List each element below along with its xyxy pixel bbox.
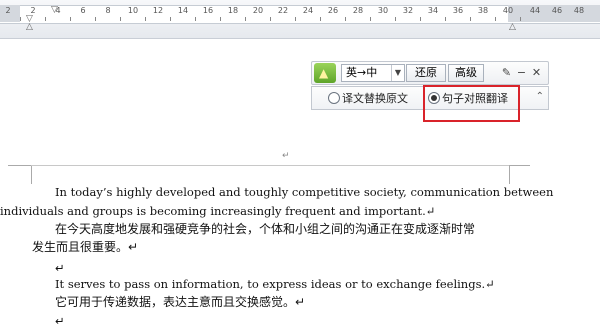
collapse-chevron-icon[interactable]: ⌃ [536, 91, 544, 102]
replace-radio[interactable] [328, 92, 340, 104]
ruler-tick [120, 17, 121, 21]
ruler-number: 48 [573, 6, 585, 15]
ruler-tick [520, 17, 521, 21]
horizontal-ruler[interactable]: 2 2 4 6 8 10 12 14 16 18 20 22 24 26 28 30 32 34 36 38 40 44 4… [0, 0, 600, 39]
indent-marker-top[interactable]: ▽ [51, 5, 58, 15]
ruler-tick [245, 17, 246, 21]
trailing-paragraph-mark: ↵ [55, 314, 65, 328]
direction-select[interactable]: 英→中 ▼ [341, 64, 405, 82]
minimize-icon[interactable]: − [515, 65, 528, 81]
ruler-tick [370, 17, 371, 21]
ruler-tick [270, 17, 271, 21]
pin-icon[interactable]: ✎ [500, 65, 513, 81]
direction-select-value: 英→中 [346, 66, 378, 79]
translator-logo-icon: ▲ [314, 63, 336, 83]
ruler-tick [395, 17, 396, 21]
para1-line2[interactable]: individuals and groups is becoming incre… [0, 202, 478, 221]
chevron-down-icon[interactable]: ▼ [391, 65, 404, 81]
highlight-box [423, 85, 520, 122]
ruler-number: 20 [252, 6, 264, 15]
ruler-number: 2 [5, 6, 11, 15]
translation-toolbar: ▲ 英→中 ▼ 还原 高级 ✎ − ✕ [311, 61, 549, 85]
replace-label[interactable]: 译文替换原文 [342, 90, 408, 106]
para2-line[interactable]: It serves to pass on information, to exp… [55, 275, 533, 294]
hanging-indent-marker[interactable]: △ [26, 22, 33, 32]
ruler-number: 36 [452, 6, 464, 15]
ruler-number: 22 [277, 6, 289, 15]
page-corner-right [509, 165, 530, 184]
right-indent-marker[interactable]: △ [509, 22, 516, 32]
ruler-tick [45, 17, 46, 21]
ruler-tick [445, 17, 446, 21]
ruler-tick [70, 17, 71, 21]
ruler-tick [420, 17, 421, 21]
ruler-number: 14 [177, 6, 189, 15]
header-boundary [31, 165, 509, 166]
ruler-number: 28 [352, 6, 364, 15]
ruler-number: 24 [302, 6, 314, 15]
ruler-number: 46 [551, 6, 563, 15]
ruler-number: 6 [80, 6, 86, 15]
ruler-tick [170, 17, 171, 21]
para1-line1[interactable]: In today’s highly developed and toughly … [32, 183, 553, 202]
ruler-tick [145, 17, 146, 21]
advanced-button[interactable]: 高级 [448, 64, 484, 82]
ruler-tick [495, 17, 496, 21]
ruler-number: 34 [427, 6, 439, 15]
ruler-number: 8 [105, 6, 111, 15]
header-paragraph-mark: ↵ [282, 151, 290, 161]
ruler-tick [220, 17, 221, 21]
ruler-number: 10 [127, 6, 139, 15]
close-icon[interactable]: ✕ [530, 65, 543, 81]
ruler-tick [320, 17, 321, 21]
ruler-number: 16 [202, 6, 214, 15]
ruler-number: 30 [377, 6, 389, 15]
ruler-tick [20, 17, 21, 21]
para1-zh-line1[interactable]: 在今天高度地发展和强硬竞争的社会，个体和小组之间的沟通正在变成逐渐时常 [55, 220, 533, 239]
ruler-tick [95, 17, 96, 21]
restore-button[interactable]: 还原 [406, 64, 446, 82]
para2-zh-line[interactable]: 它可用于传递数据，表达主意而且交换感觉。↵ [55, 293, 533, 312]
page-corner-left [8, 165, 32, 184]
ruler-tick [195, 17, 196, 21]
ruler-number: 44 [529, 6, 541, 15]
ruler-number: 18 [227, 6, 239, 15]
ruler-tick [470, 17, 471, 21]
ruler-tick [295, 17, 296, 21]
ruler-number: 38 [477, 6, 489, 15]
ruler-number: 40 [502, 6, 514, 15]
ruler-number: 26 [327, 6, 339, 15]
ruler-tick [345, 17, 346, 21]
para1-zh-line2[interactable]: 发生而且很重要。↵ [32, 238, 510, 257]
ruler-number: 12 [152, 6, 164, 15]
ruler-number: 32 [402, 6, 414, 15]
